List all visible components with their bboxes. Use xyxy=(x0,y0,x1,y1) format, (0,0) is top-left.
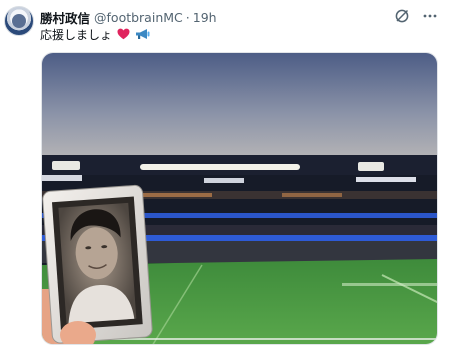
profile-avatar[interactable] xyxy=(4,6,34,36)
user-handle[interactable]: @footbrainMC xyxy=(94,10,183,25)
megaphone-icon xyxy=(135,29,150,39)
post-time[interactable]: 19h xyxy=(193,10,217,25)
red-heart-icon xyxy=(117,28,130,40)
post-media[interactable] xyxy=(41,52,438,345)
display-name[interactable]: 勝村政信 xyxy=(40,8,90,27)
separator-dot: · xyxy=(185,9,190,25)
more-dots-icon[interactable] xyxy=(422,8,438,24)
post-header: 勝村政信 @footbrainMC · 19h xyxy=(40,8,440,26)
stadium-photo xyxy=(42,53,437,344)
header-actions xyxy=(394,8,438,24)
grok-icon[interactable] xyxy=(394,8,410,24)
post-text: 応援しましょ xyxy=(40,26,150,43)
avatar-figure xyxy=(12,14,26,28)
post-text-body: 応援しましょ xyxy=(40,28,113,42)
